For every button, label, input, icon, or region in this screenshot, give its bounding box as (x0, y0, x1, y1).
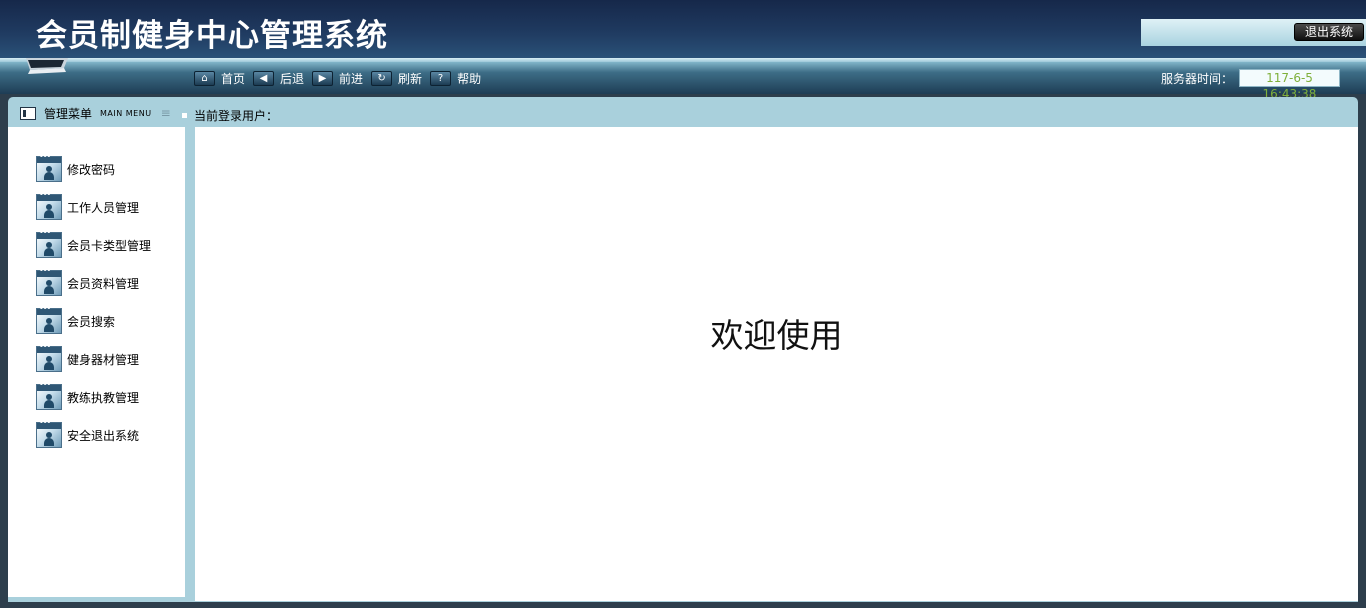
menu-item-label: 会员资料管理 (67, 276, 140, 291)
refresh-icon: ↻ (371, 70, 393, 86)
menu-item-member-profile-management[interactable]: 会员资料管理 (36, 266, 151, 297)
nav-home[interactable]: ⌂ 首页 (194, 70, 245, 87)
user-window-icon (36, 228, 62, 258)
server-time-label: 服务器时间： (1161, 72, 1234, 86)
menu-item-label: 修改密码 (67, 162, 116, 177)
menu-title: 管理菜单 (44, 106, 93, 121)
nav-back-label: 后退 (280, 71, 305, 86)
sidebar: 修改密码 工作人员管理 会员卡类型管理 会员资料管理 会员搜索 健身器材管理 教… (8, 127, 185, 597)
menu-item-label: 安全退出系统 (67, 428, 140, 443)
logout-button[interactable]: 退出系统 (1294, 23, 1364, 41)
menu-item-card-type-management[interactable]: 会员卡类型管理 (36, 228, 152, 259)
user-window-icon (36, 418, 62, 448)
menu-item-member-search[interactable]: 会员搜索 (36, 304, 151, 335)
user-window-icon (36, 342, 62, 372)
current-user-label: 当前登录用户： (194, 109, 279, 123)
bullet-icon (182, 113, 187, 118)
nav-forward-label: 前进 (339, 71, 364, 86)
user-window-icon (36, 380, 62, 410)
arrow-left-icon: ◀ (253, 70, 275, 86)
nav-home-label: 首页 (221, 71, 246, 86)
menu-lines-icon: ≡ (160, 106, 171, 120)
home-icon: ⌂ (194, 70, 215, 86)
nav-back[interactable]: ◀ 后退 (253, 70, 304, 87)
monitor-icon (26, 58, 68, 74)
menu-header: 管理菜单 MAIN MENU ≡ (8, 99, 186, 127)
nav-refresh-label: 刷新 (398, 71, 423, 86)
menu-item-staff-management[interactable]: 工作人员管理 (36, 190, 151, 221)
nav-help[interactable]: ? 帮助 (430, 70, 481, 87)
user-window-icon (36, 190, 62, 220)
nav-forward[interactable]: ▶ 前进 (312, 70, 363, 87)
logout-area: 退出系统 (1141, 19, 1366, 46)
arrow-right-icon: ▶ (312, 70, 334, 86)
menu-item-change-password[interactable]: 修改密码 (36, 152, 151, 183)
menu-item-label: 教练执教管理 (67, 390, 140, 405)
menu-item-coach-management[interactable]: 教练执教管理 (36, 380, 151, 411)
menu-item-secure-logout[interactable]: 安全退出系统 (36, 418, 151, 449)
nav-refresh[interactable]: ↻ 刷新 (371, 70, 422, 87)
nav-help-label: 帮助 (457, 71, 482, 86)
menu-item-label: 会员卡类型管理 (67, 238, 152, 253)
header-bar: 会员制健身中心管理系统 退出系统 (0, 0, 1366, 58)
menu-item-label: 会员搜索 (67, 314, 116, 329)
menu-item-label: 工作人员管理 (67, 200, 140, 215)
user-window-icon (36, 266, 62, 296)
help-icon: ? (430, 70, 452, 86)
welcome-text: 欢迎使用 (710, 316, 843, 355)
user-window-icon (36, 304, 62, 334)
app-title: 会员制健身中心管理系统 (36, 18, 388, 54)
toolbar-highlight (0, 58, 1366, 62)
server-time-value: 117-6-5 16:43:38 (1239, 69, 1340, 101)
main-content: 欢迎使用 (195, 127, 1358, 601)
current-user-bar: 当前登录用户： (182, 107, 278, 124)
menu-list: 修改密码 工作人员管理 会员卡类型管理 会员资料管理 会员搜索 健身器材管理 教… (36, 152, 152, 459)
menu-item-label: 健身器材管理 (67, 352, 140, 367)
nav-toolbar: ⌂ 首页 ◀ 后退 ▶ 前进 ↻ 刷新 ? 帮助 (194, 70, 489, 86)
menu-panel-icon (20, 106, 36, 120)
menu-subtitle: MAIN MENU (100, 108, 152, 118)
menu-item-equipment-management[interactable]: 健身器材管理 (36, 342, 151, 373)
user-window-icon (36, 152, 62, 182)
